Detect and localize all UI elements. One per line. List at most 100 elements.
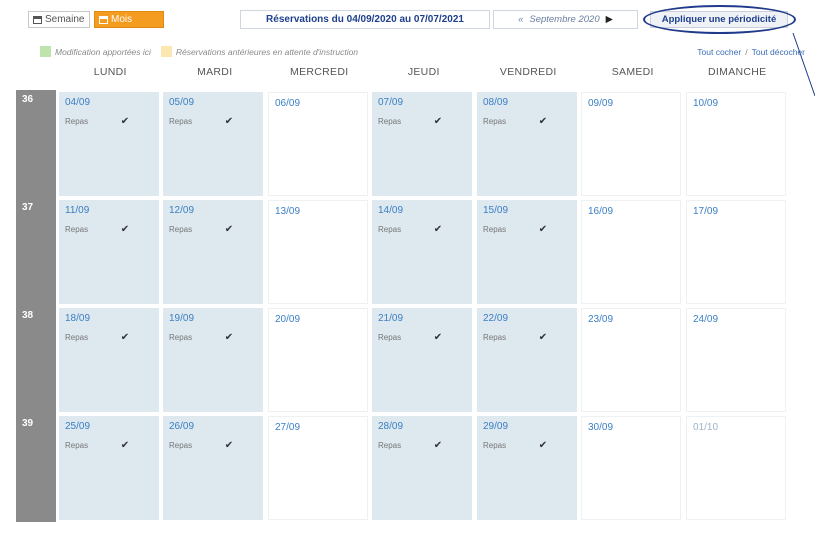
day-cell[interactable]: 27/09 [268,416,368,520]
week-row: 38 18/09 Repas ✔ 19/09 Repas ✔ 20/09 21/09 Repas ✔… [16,306,800,414]
day-date: 20/09 [275,314,301,325]
day-cell[interactable]: 05/09 Repas ✔ [163,92,263,196]
day-cell[interactable]: 04/09 Repas ✔ [59,92,159,196]
day-date: 25/09 [65,421,91,432]
day-date: 28/09 [378,421,404,432]
prev-month-icon[interactable]: « [518,14,523,25]
meal-line: Repas ✔ [65,224,153,235]
day-cell[interactable]: 25/09 Repas ✔ [59,416,159,520]
meal-checkbox[interactable]: ✔ [224,116,234,127]
meal-checkbox[interactable]: ✔ [224,224,234,235]
check-all-link[interactable]: Tout cocher [697,47,741,57]
day-cell[interactable]: 26/09 Repas ✔ [163,416,263,520]
day-cell[interactable]: 01/10 [686,416,786,520]
meal-label: Repas [65,440,89,450]
day-cell[interactable]: 24/09 [686,308,786,412]
day-cell[interactable]: 16/09 [581,200,681,304]
toolbar: Semaine Mois Réservations du 04/09/2020 … [0,0,815,38]
day-date: 16/09 [588,206,614,217]
meal-label: Repas [483,440,507,450]
meal-checkbox[interactable]: ✔ [538,224,548,235]
day-header: MERCREDI [290,66,349,78]
meal-checkbox[interactable]: ✔ [538,440,548,451]
meal-checkbox[interactable]: ✔ [433,440,443,451]
month-view-label: Mois [111,14,133,25]
modified-swatch [40,46,51,57]
meal-line: Repas ✔ [378,332,466,343]
day-cell[interactable]: 18/09 Repas ✔ [59,308,159,412]
meal-label: Repas [378,224,402,234]
meal-checkbox[interactable]: ✔ [120,224,130,235]
day-cell[interactable]: 19/09 Repas ✔ [163,308,263,412]
day-cell[interactable]: 12/09 Repas ✔ [163,200,263,304]
day-cell[interactable]: 09/09 [581,92,681,196]
links-separator: / [745,47,748,57]
day-cell[interactable]: 08/09 Repas ✔ [477,92,577,196]
day-cell[interactable]: 07/09 Repas ✔ [372,92,472,196]
meal-line: Repas ✔ [378,116,466,127]
day-cell[interactable]: 14/09 Repas ✔ [372,200,472,304]
meal-checkbox[interactable]: ✔ [538,116,548,127]
day-date: 29/09 [483,421,509,432]
calendar-icon [33,15,42,24]
day-header: LUNDI [93,66,127,78]
day-cell[interactable]: 28/09 Repas ✔ [372,416,472,520]
calendar-icon [99,15,108,24]
meal-checkbox[interactable]: ✔ [224,332,234,343]
pending-swatch [160,46,172,57]
week-view-label: Semaine [45,14,85,25]
meal-checkbox[interactable]: ✔ [120,116,130,127]
day-date: 18/09 [65,313,91,324]
meal-line: Repas ✔ [65,440,153,451]
day-cell[interactable]: 22/09 Repas ✔ [477,308,577,412]
day-date: 21/09 [378,313,404,324]
day-cell[interactable]: 20/09 [268,308,368,412]
meal-checkbox[interactable]: ✔ [120,440,130,451]
day-header: VENDREDI [499,66,557,78]
month-navigator: « Septembre 2020 ▶ [493,10,638,29]
day-date: 26/09 [169,421,195,432]
meal-checkbox[interactable]: ✔ [120,332,130,343]
meal-line: Repas ✔ [483,332,571,343]
uncheck-all-link[interactable]: Tout décocher [752,47,805,57]
meal-label: Repas [65,224,89,234]
day-cell[interactable]: 21/09 Repas ✔ [372,308,472,412]
day-cell[interactable]: 30/09 [581,416,681,520]
day-cell[interactable]: 10/09 [686,92,786,196]
day-header: MARDI [197,66,233,78]
week-view-button[interactable]: Semaine [28,11,90,28]
day-cell[interactable]: 11/09 Repas ✔ [59,200,159,304]
meal-checkbox[interactable]: ✔ [224,440,234,451]
day-date: 11/09 [65,205,90,216]
apply-periodicity-button[interactable]: Appliquer une périodicité [650,11,788,28]
meal-checkbox[interactable]: ✔ [433,224,443,235]
day-headers: LUNDI MARDI MERCREDI JEUDI VENDREDI SAMEDI DIM… [58,66,798,78]
next-month-icon[interactable]: ▶ [606,14,613,25]
meal-line: Repas ✔ [169,116,257,127]
month-view-button[interactable]: Mois [94,11,164,28]
meal-line: Repas ✔ [169,332,257,343]
day-date: 14/09 [378,205,404,216]
week-row: 39 25/09 Repas ✔ 26/09 Repas ✔ 27/09 28/09 Repas ✔… [16,414,800,522]
week-row: 37 11/09 Repas ✔ 12/09 Repas ✔ 13/09 14/09 Repas ✔… [16,198,800,306]
meal-label: Repas [169,332,193,342]
day-cell[interactable]: 17/09 [686,200,786,304]
meal-label: Repas [65,332,89,342]
day-date: 15/09 [483,205,509,216]
reservation-period-title: Réservations du 04/09/2020 au 07/07/2021 [240,10,490,29]
day-cell[interactable]: 15/09 Repas ✔ [477,200,577,304]
day-cell[interactable]: 23/09 [581,308,681,412]
meal-checkbox[interactable]: ✔ [433,332,443,343]
day-cell[interactable]: 29/09 Repas ✔ [477,416,577,520]
day-cell[interactable]: 13/09 [268,200,368,304]
week-number: 37 [16,198,56,306]
day-header: DIMANCHE [708,66,767,78]
day-header: JEUDI [407,66,440,78]
day-cell[interactable]: 06/09 [268,92,368,196]
meal-line: Repas ✔ [169,224,257,235]
day-date: 08/09 [483,97,509,108]
day-date: 05/09 [169,97,195,108]
meal-checkbox[interactable]: ✔ [538,332,548,343]
meal-checkbox[interactable]: ✔ [433,116,443,127]
meal-label: Repas [483,224,507,234]
